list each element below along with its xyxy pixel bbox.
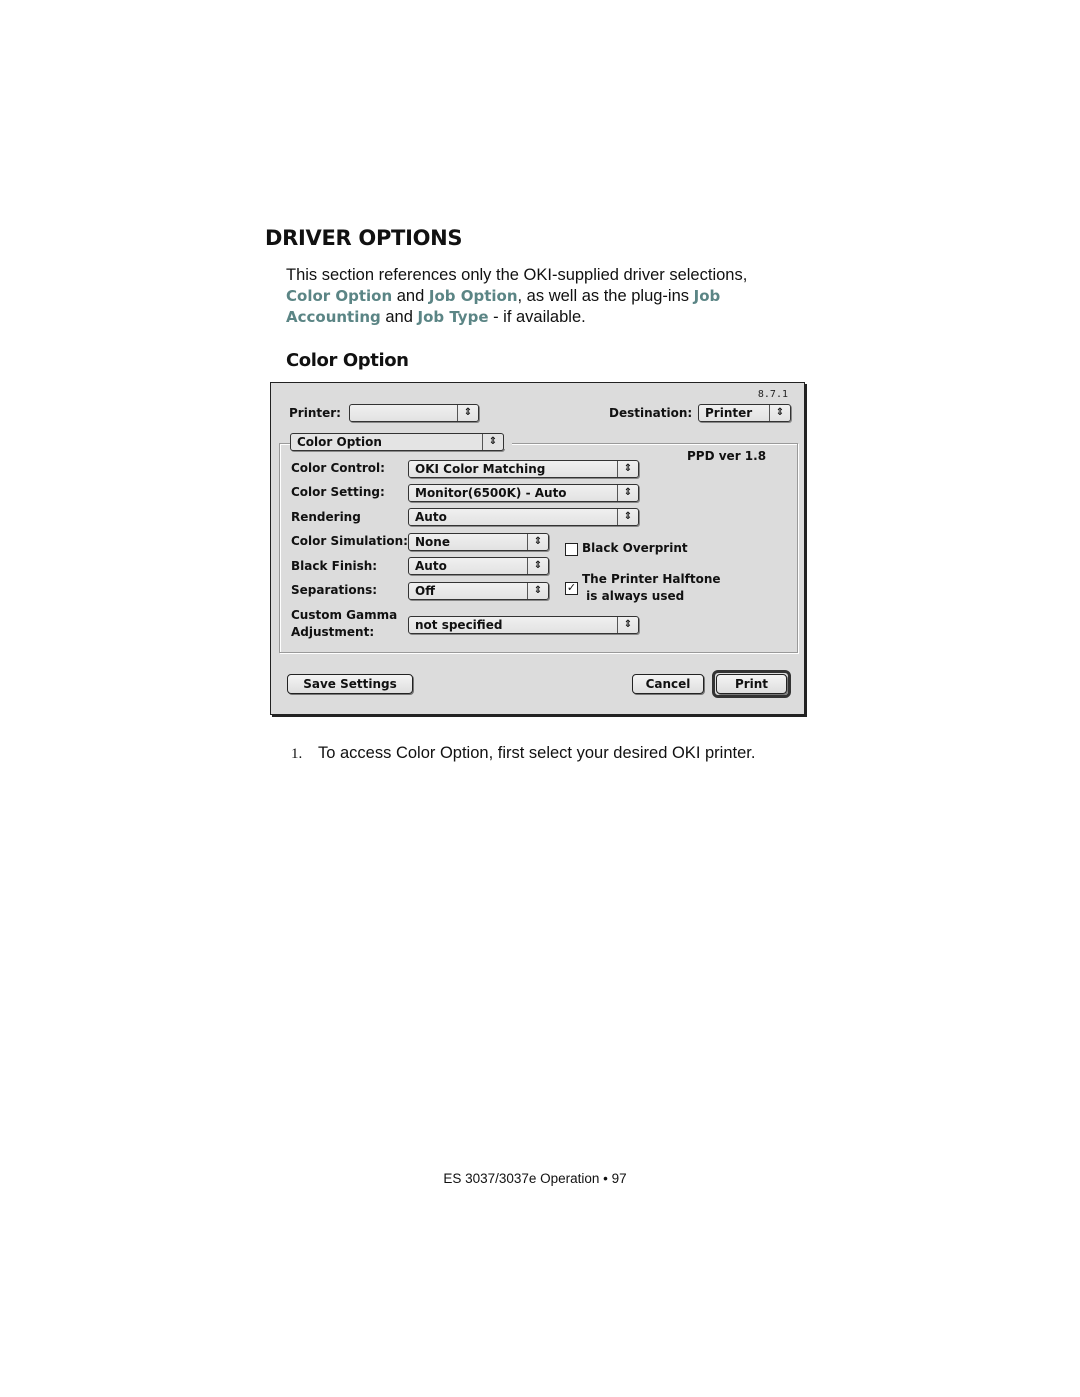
ppd-version: PPD ver 1.8 bbox=[687, 449, 767, 463]
destination-label: Destination: bbox=[609, 406, 693, 420]
intro-text: and bbox=[380, 308, 418, 326]
color-simulation-value: None bbox=[415, 535, 450, 549]
print-button[interactable]: Print bbox=[716, 674, 787, 694]
updown-arrows-icon: ⇕ bbox=[527, 534, 548, 550]
color-setting-label: Color Setting: bbox=[291, 485, 385, 499]
updown-arrows-icon: ⇕ bbox=[617, 461, 638, 477]
intro-text: , as well as the plug-ins bbox=[517, 287, 694, 305]
page-footer: ES 3037/3037e Operation • 97 bbox=[443, 1171, 627, 1186]
black-overprint-label: Black Overprint bbox=[582, 541, 688, 555]
color-setting-value: Monitor(6500K) - Auto bbox=[415, 486, 567, 500]
cancel-button[interactable]: Cancel bbox=[632, 674, 704, 694]
updown-arrows-icon: ⇕ bbox=[769, 405, 790, 421]
step-item: 1. To access Color Option, first select y… bbox=[291, 744, 755, 763]
step-number: 1. bbox=[291, 746, 303, 762]
separations-label: Separations: bbox=[291, 583, 378, 597]
step-text: To access Color Option, first select you… bbox=[318, 744, 756, 762]
section-heading: Color Option bbox=[286, 350, 409, 371]
updown-arrows-icon: ⇕ bbox=[617, 617, 638, 633]
separations-select[interactable]: Off ⇕ bbox=[408, 582, 549, 600]
version-label: 8.7.1 bbox=[757, 389, 788, 400]
printer-halftone-label-line1: The Printer Halftone bbox=[582, 572, 721, 586]
intro-text: - if available. bbox=[488, 308, 586, 326]
page-heading: DRIVER OPTIONS bbox=[265, 226, 463, 250]
panel-select[interactable]: Color Option ⇕ bbox=[290, 433, 504, 451]
color-simulation-select[interactable]: None ⇕ bbox=[408, 533, 549, 551]
updown-arrows-icon: ⇕ bbox=[527, 558, 548, 574]
intro-text: This section references only the OKI-sup… bbox=[286, 266, 748, 284]
updown-arrows-icon: ⇕ bbox=[457, 405, 478, 421]
custom-gamma-label-line2: Adjustment: bbox=[291, 625, 375, 639]
intro-paragraph: This section references only the OKI-sup… bbox=[286, 265, 796, 328]
updown-arrows-icon: ⇕ bbox=[527, 583, 548, 599]
black-finish-select[interactable]: Auto ⇕ bbox=[408, 557, 549, 575]
printer-label: Printer: bbox=[289, 406, 341, 420]
updown-arrows-icon: ⇕ bbox=[482, 434, 503, 450]
destination-value: Printer bbox=[705, 406, 753, 420]
link-color-option[interactable]: Color Option bbox=[286, 287, 392, 305]
link-job-option[interactable]: Job Option bbox=[429, 287, 518, 305]
black-finish-label: Black Finish: bbox=[291, 559, 378, 573]
updown-arrows-icon: ⇕ bbox=[617, 509, 638, 525]
destination-select[interactable]: Printer ⇕ bbox=[698, 404, 791, 422]
color-control-value: OKI Color Matching bbox=[415, 462, 546, 476]
custom-gamma-value: not specified bbox=[415, 618, 503, 632]
groupbox-gap bbox=[504, 435, 512, 449]
updown-arrows-icon: ⇕ bbox=[617, 485, 638, 501]
printer-select[interactable]: ⇕ bbox=[349, 404, 479, 422]
printer-halftone-label-line2: is always used bbox=[582, 589, 685, 603]
rendering-value: Auto bbox=[415, 510, 447, 524]
panel-value: Color Option bbox=[297, 435, 382, 449]
color-setting-select[interactable]: Monitor(6500K) - Auto ⇕ bbox=[408, 484, 639, 502]
printer-halftone-checkbox[interactable]: ✓ bbox=[565, 582, 578, 595]
print-dialog: 8.7.1 Printer: ⇕ Destination: Printer ⇕ … bbox=[270, 382, 805, 715]
rendering-label: Rendering bbox=[291, 510, 361, 524]
custom-gamma-label-line1: Custom Gamma bbox=[291, 608, 398, 622]
black-finish-value: Auto bbox=[415, 559, 447, 573]
intro-text: and bbox=[392, 287, 429, 305]
separations-value: Off bbox=[415, 584, 435, 598]
color-control-label: Color Control: bbox=[291, 461, 385, 475]
color-simulation-label: Color Simulation: bbox=[291, 534, 408, 548]
color-control-select[interactable]: OKI Color Matching ⇕ bbox=[408, 460, 639, 478]
save-settings-button[interactable]: Save Settings bbox=[287, 674, 413, 694]
rendering-select[interactable]: Auto ⇕ bbox=[408, 508, 639, 526]
custom-gamma-select[interactable]: not specified ⇕ bbox=[408, 616, 639, 634]
link-job-type[interactable]: Job Type bbox=[418, 308, 489, 326]
black-overprint-checkbox[interactable] bbox=[565, 543, 578, 556]
